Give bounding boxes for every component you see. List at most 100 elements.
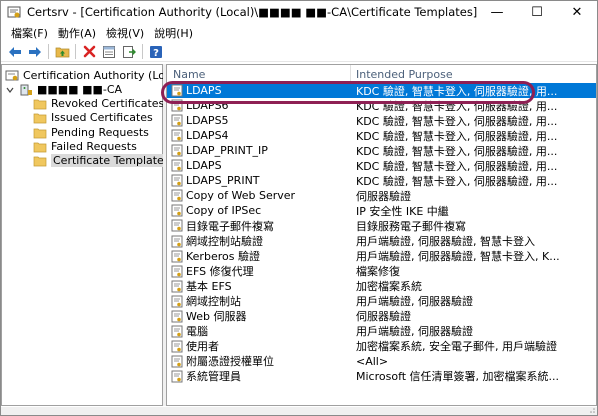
- help-button[interactable]: ?: [148, 44, 164, 60]
- certificate-template-icon: [171, 310, 183, 323]
- list-item[interactable]: 目錄電子郵件複寫 目錄服務電子郵件複寫: [167, 218, 596, 233]
- tree-item-pending-requests[interactable]: Pending Requests: [33, 125, 149, 140]
- menu-view[interactable]: 檢視(V): [101, 25, 149, 41]
- template-name: Copy of IPSec: [186, 204, 262, 218]
- menu-help[interactable]: 說明(H): [149, 25, 198, 41]
- template-name: LDAPS: [186, 84, 222, 97]
- export-list-button[interactable]: [121, 44, 137, 60]
- list-item[interactable]: Copy of Web Server 伺服器驗證: [167, 188, 596, 203]
- template-intended-purpose: 伺服器驗證: [356, 310, 411, 324]
- list-item[interactable]: 附屬憑證授權單位 <All>: [167, 354, 596, 369]
- list-item[interactable]: Web 伺服器 伺服器驗證: [167, 309, 596, 324]
- list-item[interactable]: LDAPS KDC 驗證, 智慧卡登入, 伺服器驗證, 用...: [167, 83, 596, 98]
- list-item[interactable]: EFS 修復代理 檔案修復: [167, 264, 596, 279]
- certificate-template-icon: [171, 129, 183, 142]
- tree-item-certificate-templates[interactable]: Certificate Templates: [33, 153, 172, 168]
- minimize-button[interactable]: —: [477, 1, 517, 23]
- tree-item-issued-certificates[interactable]: Issued Certificates: [33, 110, 153, 125]
- certificate-template-icon: [171, 219, 183, 232]
- template-name: 附屬憑證授權單位: [186, 355, 274, 369]
- delete-button[interactable]: [81, 44, 97, 60]
- template-list[interactable]: Name Intended Purpose LDAPS KDC 驗證, 智慧卡登入…: [166, 64, 597, 406]
- certificate-template-icon: [171, 159, 183, 172]
- template-name: LDAPS6: [186, 99, 229, 113]
- list-item[interactable]: Copy of IPSec IP 安全性 IKE 中繼: [167, 203, 596, 218]
- certificate-template-icon: [171, 235, 183, 247]
- tree-item-ca[interactable]: ■■■■ ■■-CA: [5, 82, 122, 97]
- certificate-template-icon: [171, 295, 183, 308]
- certificate-template-icon: [171, 370, 183, 383]
- list-item[interactable]: 網域控制站 用戶端驗證, 伺服器驗證: [167, 294, 596, 309]
- folder-icon: [33, 128, 47, 138]
- template-name: Copy of Web Server: [186, 189, 296, 203]
- list-item[interactable]: LDAPS5 KDC 驗證, 智慧卡登入, 伺服器驗證, 用...: [167, 113, 596, 128]
- ca-server-icon: [20, 84, 32, 95]
- template-name: 電腦: [186, 325, 208, 339]
- column-header-name[interactable]: Name: [173, 65, 348, 83]
- resize-grip-icon[interactable]: [588, 406, 596, 414]
- certsrv-window: Certsrv - [Certification Authority (Loca…: [0, 0, 598, 416]
- console-tree[interactable]: Certification Authority (Local) ■■■■ ■■-…: [1, 64, 185, 406]
- template-intended-purpose: 用戶端驗證, 伺服器驗證, 智慧卡登入: [356, 235, 535, 248]
- certificate-template-icon: [171, 355, 183, 368]
- certificate-template-icon: [171, 189, 183, 202]
- list-item[interactable]: 使用者 加密檔案系統, 安全電子郵件, 用戶端驗證: [167, 339, 596, 354]
- list-item[interactable]: 網域控制站驗證 用戶端驗證, 伺服器驗證, 智慧卡登入: [167, 234, 596, 249]
- tree-item-failed-requests[interactable]: Failed Requests: [33, 139, 137, 154]
- column-header-intended-purpose[interactable]: Intended Purpose: [350, 65, 590, 83]
- tree-item-label: Failed Requests: [51, 140, 137, 153]
- maximize-button[interactable]: ☐: [517, 1, 557, 23]
- certsrv-app-icon: [7, 6, 21, 18]
- menu-action[interactable]: 動作(A): [53, 25, 101, 41]
- svg-text:?: ?: [153, 48, 159, 59]
- tree-item-label: Revoked Certificates: [51, 97, 165, 110]
- toolbar-separator: [142, 44, 143, 59]
- list-item[interactable]: LDAPS4 KDC 驗證, 智慧卡登入, 伺服器驗證, 用...: [167, 128, 596, 143]
- tree-item-root[interactable]: Certification Authority (Local): [5, 68, 185, 83]
- menu-bar: 檔案(F) 動作(A) 檢視(V) 說明(H): [1, 23, 597, 42]
- template-name: 系統管理員: [186, 370, 241, 384]
- template-intended-purpose: KDC 驗證, 智慧卡登入, 伺服器驗證, 用...: [356, 159, 558, 173]
- list-item[interactable]: LDAP_PRINT_IP KDC 驗證, 智慧卡登入, 伺服器驗證, 用...: [167, 143, 596, 158]
- delete-icon: [83, 45, 95, 58]
- help-icon: ?: [150, 45, 162, 59]
- menu-file[interactable]: 檔案(F): [6, 25, 53, 41]
- template-intended-purpose: 檔案修復: [356, 265, 400, 279]
- toolbar: ?: [1, 42, 597, 62]
- list-item[interactable]: LDAPS6 KDC 驗證, 智慧卡登入, 伺服器驗證, 用...: [167, 98, 596, 113]
- forward-button[interactable]: [27, 44, 43, 60]
- certificate-template-icon: [171, 144, 183, 157]
- up-one-level-button[interactable]: [54, 44, 70, 60]
- tree-item-label: Issued Certificates: [51, 111, 153, 124]
- list-item[interactable]: 系統管理員 Microsoft 信任清單簽署, 加密檔案系統...: [167, 369, 596, 384]
- list-item[interactable]: 電腦 用戶端驗證, 伺服器驗證: [167, 324, 596, 339]
- template-intended-purpose: Microsoft 信任清單簽署, 加密檔案系統...: [356, 370, 560, 384]
- status-bar: [1, 407, 597, 415]
- list-item[interactable]: Kerberos 驗證 用戶端驗證, 伺服器驗證, 智慧卡登入, K...: [167, 249, 596, 264]
- properties-button[interactable]: [101, 44, 117, 60]
- tree-item-label: Certificate Templates: [51, 154, 172, 167]
- template-intended-purpose: KDC 驗證, 智慧卡登入, 伺服器驗證, 用...: [356, 84, 558, 98]
- template-intended-purpose: 用戶端驗證, 伺服器驗證: [356, 325, 473, 339]
- tree-item-revoked-certificates[interactable]: Revoked Certificates: [33, 96, 164, 111]
- template-intended-purpose: 用戶端驗證, 伺服器驗證, 智慧卡登入, K...: [356, 250, 560, 264]
- template-intended-purpose: KDC 驗證, 智慧卡登入, 伺服器驗證, 用...: [356, 174, 558, 188]
- folder-icon: [33, 113, 47, 123]
- export-list-icon: [123, 45, 136, 58]
- toolbar-separator: [75, 44, 76, 59]
- template-name: 網域控制站驗證: [186, 235, 263, 248]
- template-name: LDAPS4: [186, 129, 229, 143]
- template-intended-purpose: KDC 驗證, 智慧卡登入, 伺服器驗證, 用...: [356, 99, 558, 113]
- back-button[interactable]: [7, 44, 23, 60]
- list-item[interactable]: 基本 EFS 加密檔案系統: [167, 279, 596, 294]
- forward-arrow-icon: [29, 46, 41, 57]
- list-item[interactable]: LDAPS KDC 驗證, 智慧卡登入, 伺服器驗證, 用...: [167, 158, 596, 173]
- close-icon: ✕: [571, 4, 583, 20]
- list-item[interactable]: LDAPS_PRINT KDC 驗證, 智慧卡登入, 伺服器驗證, 用...: [167, 173, 596, 188]
- template-name: Kerberos 驗證: [186, 250, 260, 264]
- close-button[interactable]: ✕: [557, 1, 597, 23]
- folder-icon: [33, 99, 47, 109]
- title-bar[interactable]: Certsrv - [Certification Authority (Loca…: [1, 1, 597, 23]
- template-intended-purpose: 目錄服務電子郵件複寫: [356, 219, 466, 233]
- template-name: LDAPS_PRINT: [186, 174, 260, 188]
